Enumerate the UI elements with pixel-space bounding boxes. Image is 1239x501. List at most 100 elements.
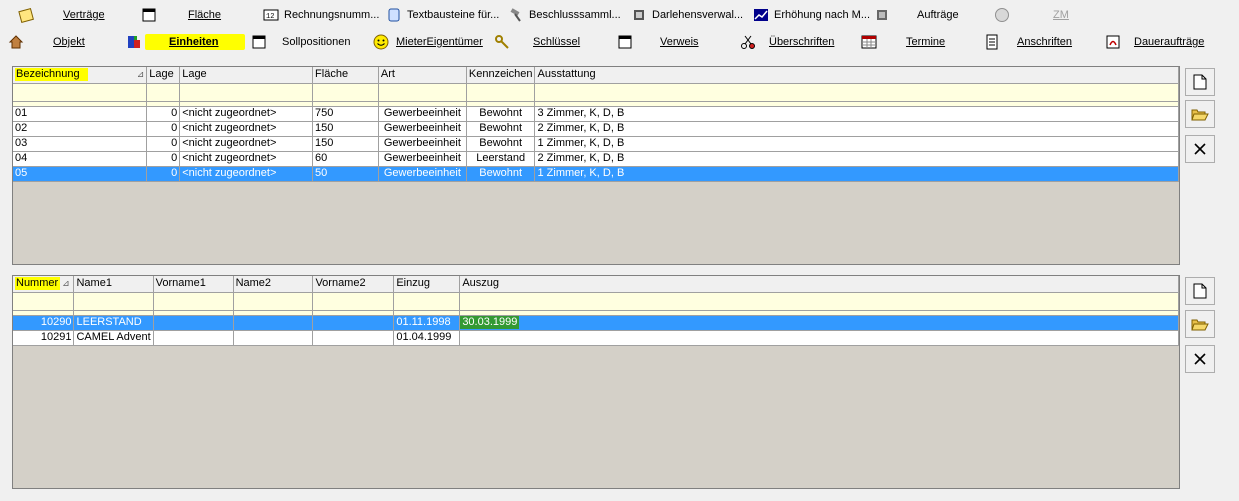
- unit-lage-cell: <nicht zugeordnet>: [179, 106, 314, 122]
- filter-cell[interactable]: [393, 292, 461, 311]
- unit-lage-cell: <nicht zugeordnet>: [179, 136, 314, 152]
- table-row[interactable]: 10291 CAMEL Advent 01.04.1999: [13, 330, 1179, 346]
- open-unit-button[interactable]: [1185, 100, 1215, 128]
- units-col-kennzeichen[interactable]: Kennzeichen: [466, 67, 536, 84]
- unit-lage-cell: <nicht zugeordnet>: [179, 121, 314, 137]
- unit-ausstattung-cell: 3 Zimmer, K, D, B: [534, 106, 1179, 122]
- filter-cell[interactable]: [153, 292, 234, 311]
- delete-unit-button[interactable]: [1185, 135, 1215, 163]
- unit-lage-nr-cell: 0: [146, 151, 181, 167]
- tenants-col-vorname1[interactable]: Vorname1: [153, 276, 234, 293]
- filter-cell[interactable]: [312, 292, 395, 311]
- tenants-filter-row[interactable]: [13, 292, 1179, 311]
- tenants-col-name2[interactable]: Name2: [233, 276, 314, 293]
- table-row[interactable]: 05 0 <nicht zugeordnet> 50 Gewerbeeinheit Bew…: [13, 166, 1179, 182]
- auszug-highlight: 30.03.1999: [460, 316, 520, 329]
- toolbar-auftraege-label: Aufträge: [917, 9, 959, 21]
- toolbar-verweis[interactable]: Verweis: [616, 29, 699, 55]
- unit-flaeche-cell: 150: [312, 121, 379, 137]
- units-col-bezeichnung[interactable]: Bezeichnung ⊿: [13, 67, 148, 84]
- tenants-col-einzug[interactable]: Einzug: [393, 276, 461, 293]
- toolbar-termine[interactable]: Termine: [860, 29, 945, 55]
- filter-cell[interactable]: [459, 292, 1179, 311]
- table-row[interactable]: 04 0 <nicht zugeordnet> 60 Gewerbeeinheit Lee…: [13, 151, 1179, 167]
- filter-cell[interactable]: [13, 83, 148, 102]
- toolbar-vertraege-label: Verträge: [63, 9, 105, 21]
- filter-cell[interactable]: [73, 292, 154, 311]
- filter-cell[interactable]: [233, 292, 314, 311]
- units-col-flaeche[interactable]: Fläche: [312, 67, 379, 84]
- tenants-col-auszug[interactable]: Auszug: [459, 276, 1179, 293]
- toolbar-schluessel[interactable]: Schlüssel: [493, 29, 580, 55]
- filter-cell[interactable]: [534, 83, 1179, 102]
- units-filter-row[interactable]: [13, 83, 1179, 102]
- toolbar-dauerauftraege[interactable]: Daueraufträge: [1104, 29, 1204, 55]
- toolbar-sollpositionen[interactable]: Sollpositionen: [250, 29, 351, 55]
- sort-asc-icon: ⊿: [136, 69, 145, 80]
- unit-ausstattung-cell: 1 Zimmer, K, D, B: [534, 136, 1179, 152]
- toolbar-anschriften[interactable]: Anschriften: [983, 29, 1072, 55]
- pdf-icon: [1104, 33, 1122, 51]
- tenant-name2-cell: [233, 315, 314, 331]
- house-icon: [7, 33, 25, 51]
- filter-cell[interactable]: [466, 83, 536, 102]
- toolbar-darlehensverwaltung-label: Darlehensverwal...: [652, 9, 744, 21]
- units-col-lage-nr[interactable]: Lage: [146, 67, 181, 84]
- units-col-art[interactable]: Art: [378, 67, 467, 84]
- unit-flaeche-cell: 50: [312, 166, 379, 182]
- unit-lage-cell: <nicht zugeordnet>: [179, 166, 314, 182]
- tenants-header-row: Nummer ⊿ Name1 Vorname1 Name2 Vorname2 Ei…: [13, 276, 1179, 293]
- units-grid[interactable]: Bezeichnung ⊿ Lage Lage Fläche Art Kennze…: [12, 66, 1180, 265]
- toolbar-darlehensverwaltung[interactable]: Darlehensverwal...: [630, 2, 743, 28]
- toolbar-flaeche[interactable]: Fläche: [140, 2, 221, 28]
- toolbar-vertraege[interactable]: Verträge: [17, 2, 105, 28]
- toolbar-erhoehung[interactable]: Erhöhung nach M...: [752, 2, 870, 28]
- open-folder-icon: [1191, 107, 1209, 121]
- toolbar-ueberschriften-label: Überschriften: [769, 36, 835, 48]
- units-col-ausstattung[interactable]: Ausstattung: [534, 67, 1179, 84]
- close-icon: [1194, 143, 1206, 155]
- units-col-lage[interactable]: Lage: [179, 67, 314, 84]
- toolbar-rechnungsnummern[interactable]: 12 Rechnungsnumm...: [262, 2, 379, 28]
- toolbar-mieter-eigentuemer[interactable]: MieterEigentümer: [372, 29, 483, 55]
- tenants-grid[interactable]: Nummer ⊿ Name1 Vorname1 Name2 Vorname2 Ei…: [12, 275, 1180, 489]
- table-row[interactable]: 02 0 <nicht zugeordnet> 150 Gewerbeeinheit Be…: [13, 121, 1179, 137]
- toolbar-flaeche-label: Fläche: [188, 9, 222, 21]
- table-row[interactable]: 10290 LEERSTAND 01.11.1998 30.03.1999: [13, 315, 1179, 331]
- open-tenant-button[interactable]: [1185, 310, 1215, 338]
- toolbar-textbausteine[interactable]: Textbausteine für...: [385, 2, 499, 28]
- filter-cell[interactable]: [378, 83, 467, 102]
- tenants-col-vorname2[interactable]: Vorname2: [312, 276, 395, 293]
- toolbar-objekt[interactable]: Objekt: [7, 29, 85, 55]
- new-document-icon: [1193, 74, 1207, 90]
- table-row[interactable]: 01 0 <nicht zugeordnet> 750 Gewerbeeinheit Be…: [13, 106, 1179, 122]
- window-icon: [616, 33, 634, 51]
- tenant-nummer-cell: 10291: [13, 330, 75, 346]
- main-toolbar: Verträge Fläche 12 Rechnungsnumm... Text…: [0, 0, 1239, 56]
- toolbar-beschlusssammlung[interactable]: Beschlusssamml...: [507, 2, 621, 28]
- tenant-einzug-cell: 01.04.1999: [393, 330, 461, 346]
- toolbar-objekt-label: Objekt: [53, 36, 85, 48]
- unit-art-cell: Gewerbeeinheit: [378, 166, 467, 182]
- unit-lage-nr-cell: 0: [146, 106, 181, 122]
- toolbar-zm[interactable]: ZM: [993, 2, 1069, 28]
- tenants-col-nummer[interactable]: Nummer ⊿: [13, 276, 75, 293]
- table-row[interactable]: 03 0 <nicht zugeordnet> 150 Gewerbeeinheit Be…: [13, 136, 1179, 152]
- toolbar-ueberschriften[interactable]: Überschriften: [739, 29, 834, 55]
- tenants-col-name1[interactable]: Name1: [73, 276, 154, 293]
- filter-cell[interactable]: [312, 83, 379, 102]
- window-icon: [140, 6, 158, 24]
- delete-tenant-button[interactable]: [1185, 345, 1215, 373]
- new-unit-button[interactable]: [1185, 68, 1215, 96]
- filter-cell[interactable]: [179, 83, 314, 102]
- unit-bezeichnung-cell: 04: [13, 151, 148, 167]
- filter-cell[interactable]: [13, 292, 75, 311]
- unit-art-cell: Gewerbeeinheit: [378, 106, 467, 122]
- filter-cell[interactable]: [146, 83, 181, 102]
- toolbar-einheiten[interactable]: Einheiten: [125, 29, 245, 55]
- new-tenant-button[interactable]: [1185, 277, 1215, 305]
- toolbar-erhoehung-label: Erhöhung nach M...: [774, 9, 871, 21]
- smiley-icon: [372, 33, 390, 51]
- toolbar-auftraege[interactable]: Aufträge: [873, 2, 959, 28]
- circle-icon: [993, 6, 1011, 24]
